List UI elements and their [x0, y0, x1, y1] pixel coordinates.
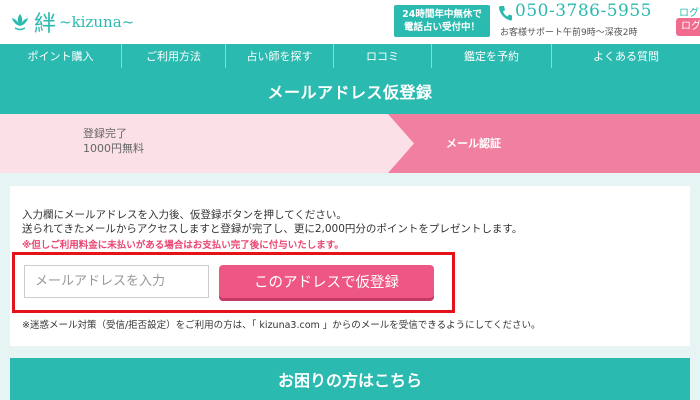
email-input[interactable] [24, 265, 209, 298]
login-button[interactable]: ログ [676, 18, 700, 36]
main-nav: ポイント購入 ご利用方法 占い師を探す ロコミ 鑑定を予約 よくある質問 [0, 44, 700, 68]
unpaid-warning: ※但しご利用料金に未払いがある場合はお支払い完了後に付与いたします。 [22, 240, 344, 251]
instruction-line2: 送られてきたメールからアクセスしますと登録が完了し、更に2,000円分のポイント… [22, 222, 523, 235]
step-email-verification-active [388, 114, 700, 173]
nav-item-reviews[interactable]: ロコミ [334, 44, 432, 68]
title-band: メールアドレス仮登録 [0, 68, 700, 114]
nav-item-faq[interactable]: よくある質問 [552, 44, 700, 68]
badge-line2: 電話占い受付中！ [403, 22, 480, 33]
step-registration-complete: 登録完了 1000円無料 [83, 126, 144, 156]
instructions: 入力欄にメールアドレスを入力後、仮登録ボタンを押してください。 送られてきたメー… [22, 209, 522, 236]
page-title: メールアドレス仮登録 [267, 83, 433, 102]
step1-sublabel: 1000円無料 [83, 142, 144, 155]
phone-hours-note: お客様サポート午前9時〜深夜2時 [500, 28, 638, 38]
help-band[interactable]: お困りの方はこちら [10, 358, 690, 400]
nav-item-how-to-use[interactable]: ご利用方法 [122, 44, 226, 68]
help-title: お困りの方はこちら [277, 371, 422, 390]
nav-item-find-fortune-teller[interactable]: 占い師を探す [226, 44, 334, 68]
step2-label: メール認証 [446, 137, 501, 150]
registration-card: 入力欄にメールアドレスを入力後、仮登録ボタンを押してください。 送られてきたメー… [10, 186, 690, 346]
logo-kanji: 絆 [34, 12, 57, 37]
spam-filter-note: ※迷惑メール対策（受信/拒否設定）をご利用の方は、「 kizuna3.com 」… [22, 320, 541, 331]
registration-steps: 登録完了 1000円無料 メール認証 [0, 114, 700, 173]
badge-line1: 24時間年中無休で [402, 9, 482, 20]
phone-icon [498, 6, 512, 21]
step1-label: 登録完了 [83, 127, 127, 140]
site-header: 絆 ~kizuna~ 24時間年中無休で 電話占い受付中！ 050-3786-5… [0, 0, 700, 44]
lotus-flower-icon [12, 14, 28, 31]
nav-item-buy-points[interactable]: ポイント購入 [0, 44, 122, 68]
login-link[interactable]: ログア [679, 4, 700, 19]
phone-number[interactable]: 050-3786-5955 [515, 1, 652, 21]
support-badge: 24時間年中無休で 電話占い受付中！ [394, 5, 490, 37]
logo-roman: ~kizuna~ [59, 13, 135, 31]
pre-register-button[interactable]: このアドレスで仮登録 [219, 265, 434, 298]
nav-item-reserve[interactable]: 鑑定を予約 [432, 44, 552, 68]
instruction-line1: 入力欄にメールアドレスを入力後、仮登録ボタンを押してください。 [22, 209, 347, 221]
site-logo[interactable]: 絆 ~kizuna~ [10, 6, 134, 38]
